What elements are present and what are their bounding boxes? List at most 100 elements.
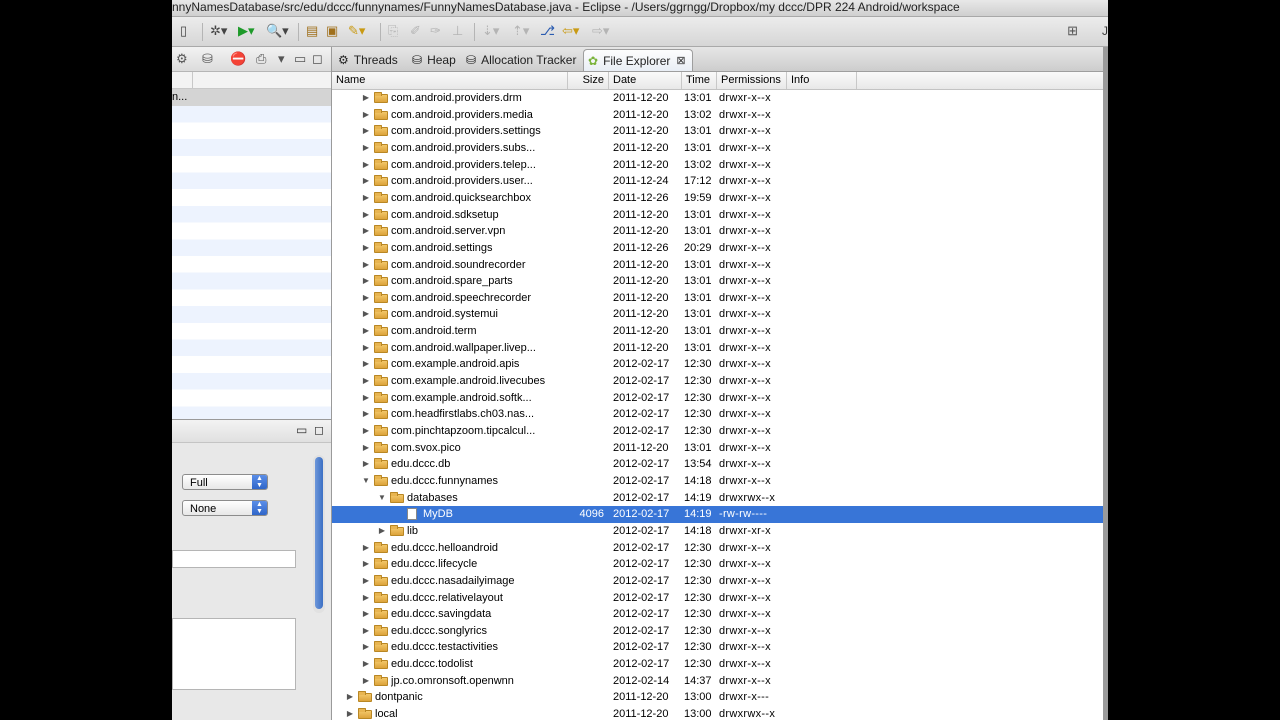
folder-row[interactable]: ▶ com.android.term 2011-12-20 13:01 drwxr-x-…	[332, 323, 1108, 340]
expand-arrow-icon[interactable]: ▶	[361, 540, 371, 557]
folder-row[interactable]: ▶ com.example.android.livecubes 2012-02-17…	[332, 373, 1108, 390]
search-tool-icon[interactable]: ✎▾	[348, 23, 365, 39]
next-annotation-icon[interactable]: ⇣▾	[482, 23, 499, 39]
folder-row[interactable]: ▶ edu.dccc.nasadailyimage 2012-02-17 12:30 d…	[332, 573, 1108, 590]
folder-row[interactable]: ▶ com.android.soundrecorder 2011-12-20 13:0…	[332, 257, 1108, 274]
expand-arrow-icon[interactable]: ▶	[361, 590, 371, 607]
folder-row[interactable]: ▶ edu.dccc.relativelayout 2012-02-17 12:30 d…	[332, 590, 1108, 607]
scrollbar-thumb[interactable]	[315, 457, 323, 609]
expand-arrow-icon[interactable]: ▶	[361, 423, 371, 440]
annotation-icon[interactable]: ⎘	[388, 23, 398, 39]
column-header-info[interactable]: Info	[787, 72, 857, 89]
open-type-icon[interactable]: ▣	[326, 23, 338, 39]
debug-settings-icon[interactable]: ✲▾	[210, 23, 227, 39]
expand-arrow-icon[interactable]: ▶	[361, 107, 371, 124]
folder-row[interactable]: ▶ com.android.providers.drm 2011-12-20 13:0…	[332, 90, 1108, 107]
expand-arrow-icon[interactable]: ▶	[345, 706, 355, 720]
folder-row[interactable]: ▶ dontpanic 2011-12-20 13:00 drwxr-x---	[332, 689, 1108, 706]
expand-arrow-icon[interactable]: ▶	[361, 290, 371, 307]
minimize-icon[interactable]: ▭	[294, 51, 306, 67]
folder-row[interactable]: ▶ com.headfirstlabs.ch03.nas... 2012-02-17…	[332, 406, 1108, 423]
stop-process-icon[interactable]: ⛔	[230, 51, 246, 67]
expand-arrow-icon[interactable]: ▶	[361, 340, 371, 357]
folder-row[interactable]: ▶ com.android.quicksearchbox 2011-12-26 19:…	[332, 190, 1108, 207]
folder-row[interactable]: ▶ com.example.android.apis 2012-02-17 12:30…	[332, 356, 1108, 373]
expand-arrow-icon[interactable]: ▶	[361, 90, 371, 107]
folder-row[interactable]: ▶ com.svox.pico 2011-12-20 13:01 drwxr-x--x	[332, 440, 1108, 457]
maximize-icon[interactable]: ◻	[314, 423, 324, 437]
folder-row[interactable]: ▼ databases 2012-02-17 14:19 drwxrwx--x	[332, 490, 1108, 507]
file-tree-table[interactable]: ▶ com.android.providers.drm 2011-12-20 13:0…	[332, 90, 1108, 720]
devices-list[interactable]: n...	[172, 89, 331, 419]
tab-heap[interactable]: ⛁ Heap	[412, 49, 456, 70]
folder-row[interactable]: ▶ jp.co.omronsoft.openwnn 2012-02-14 14:37 d…	[332, 673, 1108, 690]
text-input[interactable]	[172, 550, 296, 568]
folder-row[interactable]: ▶ edu.dccc.savingdata 2012-02-17 12:30 drwxr…	[332, 606, 1108, 623]
expand-arrow-icon[interactable]: ▶	[345, 689, 355, 706]
expand-arrow-icon[interactable]: ▶	[361, 240, 371, 257]
expand-arrow-icon[interactable]: ▶	[361, 190, 371, 207]
folder-row[interactable]: ▶ com.android.providers.settings 2011-12-2…	[332, 123, 1108, 140]
last-edit-icon[interactable]: ⎇	[540, 23, 555, 39]
vertical-scrollbar[interactable]	[313, 455, 325, 613]
folder-row[interactable]: ▶ edu.dccc.todolist 2012-02-17 12:30 drwxr-x…	[332, 656, 1108, 673]
folder-row[interactable]: ▶ com.android.spare_parts 2011-12-20 13:01 d…	[332, 273, 1108, 290]
folder-row[interactable]: ▶ com.android.providers.user... 2011-12-24…	[332, 173, 1108, 190]
folder-row[interactable]: ▶ com.android.providers.telep... 2011-12-2…	[332, 157, 1108, 174]
folder-row[interactable]: ▶ edu.dccc.testactivities 2012-02-17 12:30 d…	[332, 639, 1108, 656]
expand-arrow-icon[interactable]: ▶	[361, 140, 371, 157]
new-package-icon[interactable]: ▤	[306, 23, 318, 39]
expand-arrow-icon[interactable]: ▶	[361, 573, 371, 590]
expand-arrow-icon[interactable]: ▶	[361, 273, 371, 290]
collapse-arrow-icon[interactable]: ▼	[361, 473, 371, 490]
folder-row[interactable]: ▶ edu.dccc.lifecycle 2012-02-17 12:30 drwxr-…	[332, 556, 1108, 573]
expand-arrow-icon[interactable]: ▶	[361, 440, 371, 457]
comment-icon[interactable]: ✑	[430, 23, 441, 39]
save-icon[interactable]: ▯	[180, 23, 187, 39]
folder-row[interactable]: ▶ com.android.providers.media 2011-12-20 13…	[332, 107, 1108, 124]
open-perspective-icon[interactable]: ⊞	[1067, 23, 1078, 39]
folder-row[interactable]: ▶ edu.dccc.helloandroid 2012-02-17 12:30 drw…	[332, 540, 1108, 557]
folder-row[interactable]: ▶ com.android.server.vpn 2011-12-20 13:01 dr…	[332, 223, 1108, 240]
perspective-label[interactable]: J	[1102, 24, 1108, 38]
collapse-arrow-icon[interactable]: ▼	[377, 490, 387, 507]
expand-arrow-icon[interactable]: ▶	[361, 606, 371, 623]
expand-arrow-icon[interactable]: ▶	[361, 623, 371, 640]
device-row-selected[interactable]: n...	[172, 89, 331, 106]
expand-arrow-icon[interactable]: ▶	[361, 639, 371, 656]
expand-arrow-icon[interactable]: ▶	[361, 306, 371, 323]
heap-update-icon[interactable]: ⛁	[202, 51, 213, 67]
folder-row[interactable]: ▶ com.android.systemui 2011-12-20 13:01 drwx…	[332, 306, 1108, 323]
expand-arrow-icon[interactable]: ▶	[361, 656, 371, 673]
external-tools-icon[interactable]: 🔍▾	[266, 23, 289, 39]
expand-arrow-icon[interactable]: ▶	[361, 323, 371, 340]
folder-row[interactable]: ▶ edu.dccc.db 2012-02-17 13:54 drwxr-x--x	[332, 456, 1108, 473]
folder-row[interactable]: ▶ lib 2012-02-17 14:18 drwxr-xr-x	[332, 523, 1108, 540]
folder-row[interactable]: ▶ com.android.wallpaper.livep... 2011-12-2…	[332, 340, 1108, 357]
column-header-time[interactable]: Time	[682, 72, 717, 89]
expand-arrow-icon[interactable]: ▶	[361, 223, 371, 240]
folder-row[interactable]: ▶ com.pinchtapzoom.tipcalcul... 2012-02-17…	[332, 423, 1108, 440]
folder-row[interactable]: ▼ edu.dccc.funnynames 2012-02-17 14:18 drwxr…	[332, 473, 1108, 490]
tab-threads[interactable]: ⚙ Threads	[338, 49, 398, 70]
expand-arrow-icon[interactable]: ▶	[361, 173, 371, 190]
debug-process-icon[interactable]: ⚙	[176, 51, 188, 67]
pin-icon[interactable]: ⊥	[452, 23, 463, 39]
expand-arrow-icon[interactable]: ▶	[377, 523, 387, 540]
expand-arrow-icon[interactable]: ▶	[361, 556, 371, 573]
tab-file-explorer[interactable]: ✿ File Explorer ⊠	[583, 49, 693, 71]
tab-allocation-tracker[interactable]: ⛁ Allocation Tracker	[466, 49, 576, 70]
view-menu-icon[interactable]: ▾	[278, 51, 285, 67]
close-icon[interactable]: ⊠	[676, 54, 685, 67]
filter-combo[interactable]: None ▲ ▼	[182, 500, 268, 516]
detail-combo[interactable]: Full ▲ ▼	[182, 474, 268, 490]
expand-arrow-icon[interactable]: ▶	[361, 373, 371, 390]
folder-row[interactable]: ▶ edu.dccc.songlyrics 2012-02-17 12:30 drwxr…	[332, 623, 1108, 640]
expand-arrow-icon[interactable]: ▶	[361, 673, 371, 690]
back-icon[interactable]: ⇦▾	[562, 23, 579, 39]
maximize-icon[interactable]: ◻	[312, 51, 323, 67]
expand-arrow-icon[interactable]: ▶	[361, 406, 371, 423]
run-icon[interactable]: ▶▾	[238, 23, 255, 39]
column-header-date[interactable]: Date	[609, 72, 682, 89]
expand-arrow-icon[interactable]: ▶	[361, 157, 371, 174]
